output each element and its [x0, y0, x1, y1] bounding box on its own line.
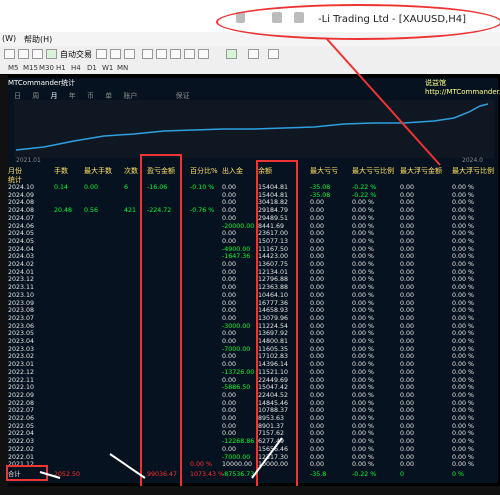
column-header: 最大亏亏: [310, 167, 338, 175]
periods-icon[interactable]: [248, 49, 259, 59]
left-scale: [0, 75, 8, 495]
zoom-out-icon[interactable]: [156, 49, 167, 59]
tf-h4[interactable]: H4: [71, 64, 81, 72]
total-cell: -87536.73: [222, 470, 255, 478]
total-cell: -0.22 %: [352, 470, 377, 478]
tf-m30[interactable]: M30: [39, 64, 54, 72]
total-row: 合计 2052.50 99036.47 1073.43 % -87536.73 -35.8…: [8, 471, 498, 479]
tab-month[interactable]: 月: [50, 92, 57, 100]
indicators-icon[interactable]: [226, 49, 237, 59]
graph-end-label: 2024.0: [462, 157, 483, 164]
tf-m15[interactable]: M15: [23, 64, 38, 72]
total-cell: 0 %: [452, 470, 464, 478]
autotrade-button[interactable]: 自动交易: [60, 49, 92, 60]
table-cell: 0.00: [310, 461, 325, 469]
table-row: 2021.12 0.00 % 10000.00 10000.00 0.00 0.00 % 0…: [8, 461, 498, 469]
table-cell: 0.00 %: [190, 461, 213, 469]
table-cell: 0.00 %: [352, 461, 375, 469]
table-cell: 10000.00: [222, 461, 253, 469]
line-chart-icon[interactable]: [124, 49, 135, 59]
autotrade-icon[interactable]: [46, 49, 57, 59]
graph-start-label: 2021.01: [16, 157, 41, 164]
highlight-window-title: [216, 4, 500, 40]
status-row: [0, 486, 500, 495]
candle-chart-icon[interactable]: [110, 49, 121, 59]
chart-shift-icon[interactable]: [198, 49, 209, 59]
templates-icon[interactable]: [268, 49, 279, 59]
tf-w1[interactable]: W1: [102, 64, 113, 72]
menu-help[interactable]: 帮助(H): [24, 34, 52, 45]
total-cell: -35.8: [310, 470, 327, 478]
chart-icon[interactable]: [4, 49, 15, 59]
table-cell: 0.00 %: [452, 461, 475, 469]
panel-website: 说益馆 http://MTCommander.com/: [425, 79, 500, 96]
highlight-balance-column: [256, 160, 298, 490]
column-header: 百分比%: [190, 167, 218, 175]
menu-window[interactable]: (W): [2, 34, 16, 43]
total-cell: 0: [400, 470, 405, 478]
table-cell: 0.00: [400, 461, 415, 469]
toolbar: 自动交易: [0, 46, 500, 64]
timeframe-bar: M5 M15 M30 H1 H4 D1 W1 MN: [0, 63, 500, 74]
zoom-in-icon[interactable]: [142, 49, 153, 59]
column-header: 最大亏亏比例: [352, 167, 394, 175]
tab-account[interactable]: 账户: [123, 92, 137, 100]
grid-icon[interactable]: [170, 49, 181, 59]
highlight-profit-column: [140, 154, 182, 490]
tab-year[interactable]: 年: [69, 92, 76, 100]
panel-title: MTCommander统计: [8, 79, 76, 87]
total-cell: 1073.43 %: [190, 470, 225, 478]
column-header: 次数: [124, 167, 138, 175]
tab-week[interactable]: 周: [32, 92, 39, 100]
column-header: 最大浮亏金额: [400, 167, 442, 175]
balance-curve-graph: [14, 100, 494, 158]
highlight-start-row: [6, 465, 48, 481]
navigator-icon[interactable]: [32, 49, 43, 59]
tf-mn[interactable]: MN: [117, 64, 128, 72]
tf-h1[interactable]: H1: [56, 64, 66, 72]
tab-currency[interactable]: 币: [87, 92, 94, 100]
autoscroll-icon[interactable]: [184, 49, 195, 59]
tab-order[interactable]: 单: [105, 92, 112, 100]
column-header: 手数: [54, 167, 68, 175]
total-cell: 2052.50: [54, 470, 81, 478]
bar-chart-icon[interactable]: [96, 49, 107, 59]
column-header: 最大浮亏比例: [452, 167, 494, 175]
tf-m5[interactable]: M5: [8, 64, 19, 72]
balance-curve-line: [15, 103, 489, 151]
tab-margin[interactable]: 保证: [176, 92, 190, 100]
profile-icon[interactable]: [18, 49, 29, 59]
tab-day[interactable]: 日: [14, 92, 21, 100]
column-header: 最大手数: [84, 167, 112, 175]
tf-d1[interactable]: D1: [87, 64, 97, 72]
column-header: 出入金: [222, 167, 243, 175]
